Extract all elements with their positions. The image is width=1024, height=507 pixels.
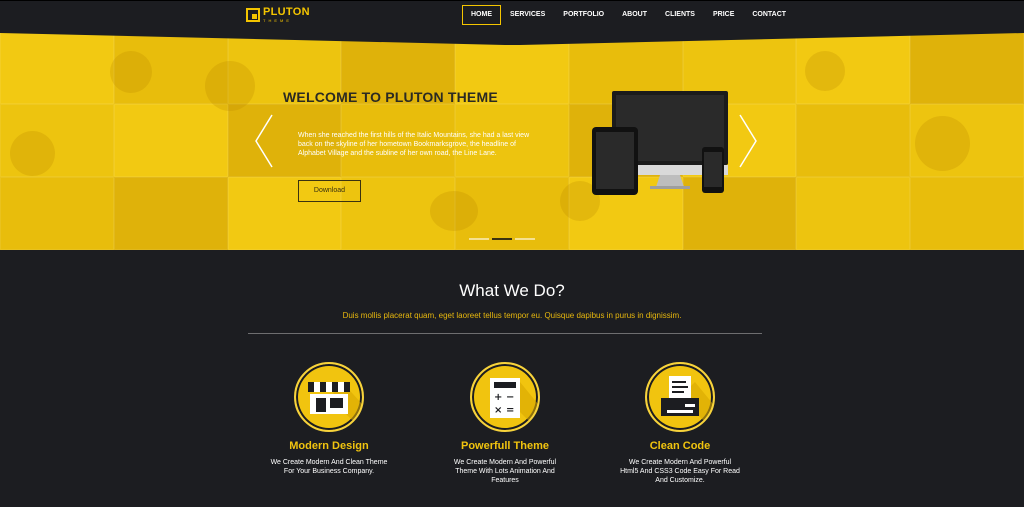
slide-dot-1[interactable] <box>469 238 489 240</box>
brand-logo[interactable]: PLUTON THEME <box>246 7 310 23</box>
calculator-icon: + − × = <box>470 362 540 432</box>
brand-name: PLUTON <box>263 6 310 18</box>
slide-dot-2[interactable] <box>492 238 512 240</box>
feature-modern-design: Modern Design We Create Modern And Clean… <box>239 362 419 476</box>
feature-title: Powerfull Theme <box>460 440 550 452</box>
feature-text: We Create Modern And Powerful Html5 And … <box>620 459 740 484</box>
chevron-right-icon[interactable] <box>736 113 760 169</box>
hero-title: WELCOME TO PLUTON THEME <box>283 89 498 105</box>
section-divider <box>248 333 762 334</box>
nav-item-home[interactable]: HOME <box>462 5 501 25</box>
devices-illustration <box>592 91 728 195</box>
nav-item-portfolio[interactable]: PORTFOLIO <box>554 5 613 25</box>
storefront-icon <box>294 362 364 432</box>
feature-title: Clean Code <box>649 440 711 452</box>
main-menu: HOME SERVICES PORTFOLIO ABOUT CLIENTS PR… <box>462 5 795 25</box>
svg-text:+: + <box>494 392 502 403</box>
nav-item-contact[interactable]: CONTACT <box>743 5 795 25</box>
services-subtitle: Duis mollis placerat quam, eget laoreet … <box>342 311 682 320</box>
services-title: What We Do? <box>459 281 565 300</box>
top-navbar: PLUTON THEME HOME SERVICES PORTFOLIO ABO… <box>0 0 1024 31</box>
feature-clean-code: Clean Code We Create Modern And Powerful… <box>590 362 770 485</box>
slide-dot-3[interactable] <box>515 238 535 240</box>
printer-icon <box>645 362 715 432</box>
feature-text: We Create Modern And Powerful Theme With… <box>453 459 557 484</box>
feature-title: Modern Design <box>289 440 369 452</box>
nav-item-clients[interactable]: CLIENTS <box>656 5 704 25</box>
hero-text: When she reached the first hills of the … <box>298 132 530 157</box>
chevron-left-icon[interactable] <box>252 113 276 169</box>
feature-text: We Create Modern And Clean Theme For You… <box>270 459 388 475</box>
svg-text:−: − <box>506 392 514 403</box>
svg-text:=: = <box>506 405 514 416</box>
nav-item-services[interactable]: SERVICES <box>501 5 554 25</box>
brand-tagline: THEME <box>263 18 292 23</box>
hero-slider: WELCOME TO PLUTON THEME When she reached… <box>0 31 1024 250</box>
feature-powerfull-theme: + − × = Powerfull Theme We Create Modern… <box>415 362 595 485</box>
nav-item-about[interactable]: ABOUT <box>613 5 656 25</box>
nav-item-price[interactable]: PRICE <box>704 5 743 25</box>
hero-top-notch <box>0 31 1024 45</box>
slider-pagination <box>469 238 535 240</box>
download-button[interactable]: Download <box>298 180 361 202</box>
svg-text:×: × <box>494 405 502 416</box>
logo-mark-icon <box>246 8 260 22</box>
